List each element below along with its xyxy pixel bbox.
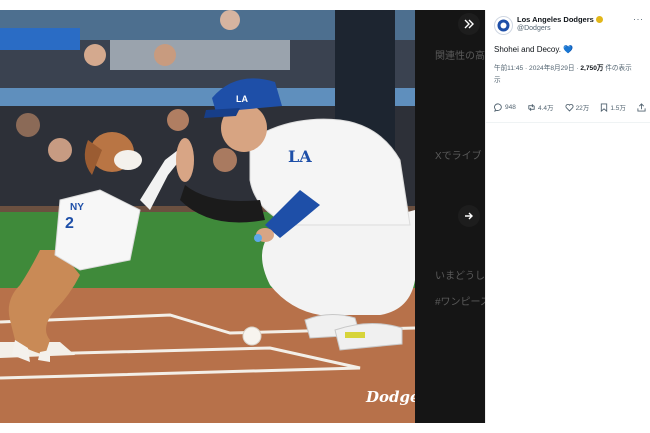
avatar[interactable] [494, 16, 513, 35]
post-text-body: Shohei and Decoy. [494, 45, 562, 54]
next-media-button[interactable] [458, 205, 480, 227]
cap-logo-text: LA [236, 94, 248, 104]
collapse-panel-button[interactable] [458, 13, 480, 35]
reply-count: 948 [505, 103, 516, 111]
like-count: 22万 [575, 105, 590, 112]
svg-text:NY: NY [70, 202, 84, 213]
heart-icon [565, 103, 574, 112]
media-pane: NY 2 LA LA Dodg 関連性の高 Xでライブ いまどうし #ワンピース [0, 10, 485, 423]
post-photo[interactable]: NY 2 LA LA Dodg [0, 10, 415, 423]
verified-badge-icon [595, 16, 603, 23]
double-chevron-right-icon [464, 19, 474, 29]
post-detail-panel: Los Angeles Dodgers @Dodgers ··· Shohei … [485, 10, 650, 423]
view-label-wrap: 示 [494, 77, 501, 84]
post-meta: 午前11:45 · 2024年8月29日 · 2,750万 件の表示示 [494, 63, 644, 87]
author-name-row[interactable]: Los Angeles Dodgers [517, 15, 603, 24]
share-icon [637, 102, 646, 112]
view-label: 件の表示 [603, 65, 632, 72]
author-name[interactable]: Los Angeles Dodgers [517, 15, 594, 24]
view-count: 2,750万 [580, 65, 604, 72]
like-button[interactable]: 22万 [565, 102, 590, 112]
jersey-logo-text: LA [288, 147, 312, 166]
arrow-right-icon [465, 212, 473, 220]
repost-icon [528, 103, 535, 111]
post-timestamp[interactable]: 午前11:45 · 2024年8月29日 · [494, 65, 580, 72]
bookmark-button[interactable]: 1.5万 [600, 102, 626, 112]
more-options-icon[interactable]: ··· [633, 14, 644, 24]
photo-illustration: NY 2 LA LA [0, 10, 415, 423]
repost-button[interactable]: 4.4万 [527, 102, 554, 112]
dimmed-heading: 関連性の高い [435, 51, 485, 62]
action-bar: 948 4.4万 22万 1.5万 [494, 102, 646, 112]
bookmark-count: 1.5万 [610, 105, 626, 112]
blue-heart-emoji: 💙 [563, 45, 574, 54]
bookmark-icon [601, 102, 608, 112]
svg-text:2: 2 [65, 215, 74, 232]
dimmed-heading: いまどうし [435, 271, 485, 282]
reply-button[interactable]: 948 [494, 102, 516, 112]
repost-count: 4.4万 [537, 105, 554, 112]
reply-icon [494, 102, 502, 112]
post-viewer: NY 2 LA LA Dodg 関連性の高 Xでライブ いまどうし #ワンピース… [0, 10, 650, 423]
divider [486, 122, 650, 123]
dodgers-watermark: Dodgers [366, 388, 415, 406]
post-text: Shohei and Decoy. 💙 [494, 45, 573, 54]
share-button[interactable] [637, 102, 646, 112]
dimmed-heading: #ワンピース [435, 297, 485, 308]
dimmed-heading: Xでライブ [435, 151, 482, 162]
author-handle[interactable]: @Dodgers [517, 25, 551, 32]
dodgers-logo-icon [497, 19, 510, 32]
